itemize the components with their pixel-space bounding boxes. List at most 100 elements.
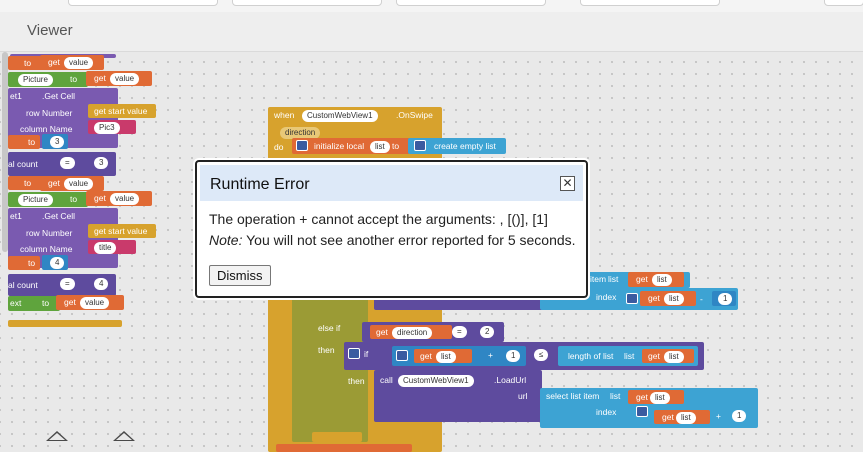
if-condition-block[interactable]: if get list + 1 ≤ length of list list ge… [344,342,704,370]
call-block[interactable]: call CustomWebView1 .LoadUrl url [374,370,542,422]
block-get[interactable]: get start value [88,104,156,118]
block-param: url [518,391,528,401]
block-chip[interactable]: title [94,242,117,254]
block-get[interactable]: get list [654,410,710,424]
block-chip[interactable]: 1 [506,350,521,362]
block-param: row Number [26,228,73,238]
block-fragment[interactable] [276,444,412,452]
math-operator: + [716,411,721,421]
block-number[interactable]: 4 [42,255,68,270]
block-fragment[interactable] [312,432,362,442]
toolbar-button[interactable] [68,0,218,6]
mutator-gear-icon[interactable] [636,406,648,417]
block-component-setter[interactable]: ext to [8,296,60,311]
block-get[interactable]: get list [642,349,694,363]
compare-block[interactable]: get direction = 2 [362,322,504,342]
block-compare[interactable]: al count = 4 [8,274,116,296]
component-dropdown[interactable]: CustomWebView1 [398,375,474,387]
block-number[interactable]: 3 [42,134,68,149]
block-chip[interactable]: list [370,141,390,153]
block-chip[interactable]: 4 [94,278,109,290]
math-operator: - [700,294,703,304]
block-keyword: list [608,274,619,284]
block-chip[interactable]: value [64,57,94,69]
block-chip[interactable]: = [452,326,467,338]
block-keyword: get [662,412,674,422]
block-keyword: get [636,274,648,284]
block-chip[interactable]: 1 [718,293,733,305]
block-chip[interactable]: list [650,392,670,404]
block-chip[interactable]: = [60,278,75,290]
block-chip[interactable]: 3 [50,136,65,148]
block-chip[interactable]: list [652,274,672,286]
mutator-gear-icon[interactable] [348,348,360,359]
toolbar-button[interactable] [580,0,720,6]
block-chip[interactable]: ≤ [534,349,549,361]
select-list-item-block[interactable]: select list item list index get list get… [540,388,758,428]
block-keyword: if [364,349,369,359]
block-get[interactable]: get list [414,349,472,363]
toolbar-button[interactable] [232,0,382,6]
block-get[interactable]: get value [86,71,152,86]
block-number[interactable]: 1 [712,291,736,306]
block-chip[interactable]: list [676,412,696,424]
block-get[interactable]: get value [86,191,152,206]
event-name: .OnSwipe [396,110,433,120]
toolbar-button[interactable] [396,0,546,6]
block-fragment[interactable] [8,320,122,327]
app-root: Viewer to get value Picture to get value… [0,0,863,452]
block-chip[interactable]: direction [392,327,433,339]
block-get[interactable]: get list [628,390,684,404]
block-chip[interactable]: list [664,293,684,305]
block-chip[interactable]: list [664,351,684,363]
block-chip[interactable]: Picture [18,74,53,86]
block-chip[interactable]: value [80,297,110,309]
block-text[interactable]: title [88,240,136,254]
block-get[interactable]: get value [40,176,104,191]
block-param: column Name [20,124,73,134]
block-method: .Get Cell [42,91,76,101]
warning-indicator-icon[interactable] [46,431,68,441]
mutator-gear-icon[interactable] [396,350,408,361]
mutator-gear-icon[interactable] [626,293,638,304]
block-chip[interactable]: Pic3 [94,122,120,134]
block-get[interactable]: get direction [370,325,452,339]
block-keyword: index [596,292,617,302]
toolbar-button[interactable] [824,0,863,6]
block-component-setter[interactable]: Picture to [8,72,88,87]
length-of-list-block[interactable]: length of list list get list [558,346,698,366]
block-chip[interactable]: value [110,73,140,85]
block-get[interactable]: get list [628,272,684,287]
block-chip[interactable]: list [436,351,456,363]
block-set[interactable]: to [8,256,40,270]
block-get[interactable]: get value [56,295,124,310]
block-chip[interactable]: value [110,193,140,205]
close-icon[interactable]: ✕ [560,176,575,191]
dismiss-button[interactable]: Dismiss [209,265,271,286]
block-keyword: get [94,193,106,203]
block-param: column Name [20,244,73,254]
mutator-gear-icon[interactable] [414,140,426,151]
math-add-block[interactable]: get list + 1 [392,346,526,366]
error-indicator-icon[interactable] [113,431,135,441]
block-get[interactable]: get start value [88,224,156,238]
block-chip[interactable]: value [64,178,94,190]
block-fragment[interactable] [374,424,392,434]
block-text[interactable]: Pic3 [88,120,136,134]
block-compare[interactable]: al count = 3 [8,152,116,176]
block-chip[interactable]: = [60,157,75,169]
block-chip[interactable]: 2 [480,326,495,338]
block-chip[interactable]: 4 [50,257,65,269]
block-get[interactable]: get value [40,55,104,70]
block-chip[interactable]: Picture [18,194,53,206]
block-component-setter[interactable]: Picture to [8,192,88,207]
block-get[interactable]: get list [640,291,696,306]
mutator-gear-icon[interactable] [296,140,308,151]
block-chip[interactable]: 1 [732,410,747,422]
initialize-local-block[interactable]: initialize local list to [292,138,410,154]
create-empty-list-block[interactable]: create empty list [408,138,506,154]
block-keyword: get start value [94,226,148,236]
component-dropdown[interactable]: CustomWebView1 [302,110,378,122]
block-set[interactable]: to [8,135,40,149]
block-chip[interactable]: 3 [94,157,109,169]
